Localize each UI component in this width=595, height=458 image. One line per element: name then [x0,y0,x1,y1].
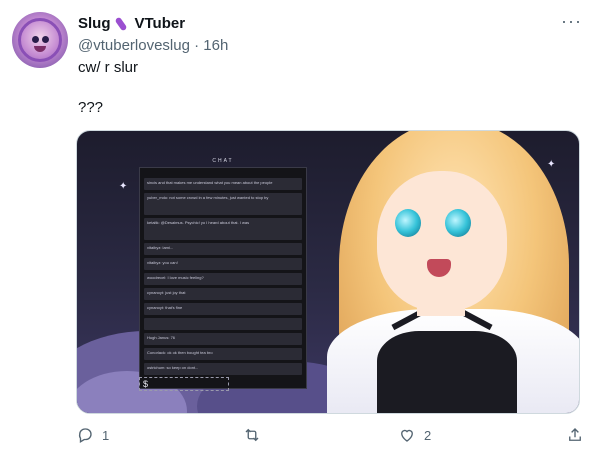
chat-row: cynanoyt: just joy that [144,288,302,300]
reply-icon [76,426,94,444]
tweet-text-line2: ??? [78,99,104,116]
chat-rows: sincis and that makes me understand what… [144,178,302,378]
character-top [377,331,517,413]
like-button[interactable]: 2 [398,426,431,444]
sparkle-icon: ✦ [119,181,128,192]
chat-panel: CHAT sincis and that makes me understand… [139,158,307,389]
chat-row [144,318,302,330]
character-eye [445,209,471,237]
retweet-icon [242,426,262,444]
tweet-text-line1: cw/ r slur [78,59,138,76]
avatar[interactable] [12,12,68,68]
chat-row: vitaibyz: lami... [144,243,302,255]
chat-row: Hugh Janus: 76 [144,333,302,345]
author-name[interactable]: Slug [78,14,111,34]
meta-separator: · [194,37,200,54]
chat-row: sincis and that makes me understand what… [144,178,302,190]
chat-row: ketaltk: @Desaimus. Psychic! yo I heard … [144,218,302,240]
author-meta-row: @vtuberloveslug · 16h [78,36,581,56]
chat-input-box [139,377,229,391]
more-icon[interactable]: ··· [561,12,581,34]
share-icon [566,426,584,444]
author-handle[interactable]: @vtuberloveslug [78,37,190,54]
chat-row: yuber_mdo: not some crowd in a few minut… [144,193,302,215]
author-name-row[interactable]: Slug VTuber [78,14,581,34]
tweet-actions: 1 2 [76,426,581,448]
tweet-media[interactable]: ✦ ✦ ✦ CHAT sincis and that makes me unde… [76,130,580,414]
sparkle-icon: ✦ [547,159,556,170]
author-name-suffix[interactable]: VTuber [135,14,186,34]
reply-count: 1 [102,427,110,443]
chat-dollar: $ [143,379,149,389]
chat-row: Conorlack: ok ok then bought tea bro [144,348,302,360]
character-eye [395,209,421,237]
slug-emoji-icon [114,16,131,32]
like-icon [398,426,416,444]
avatar-ring [18,18,62,62]
chat-header: CHAT [212,158,234,164]
avatar-eye-left [32,36,39,43]
tweet-time[interactable]: 16h [203,37,228,54]
tweet-header: Slug VTuber @vtuberloveslug · 16h ··· [78,12,581,56]
avatar-eye-right [42,36,49,43]
chat-row: vitaibyz: you can! [144,258,302,270]
character-face [377,171,507,311]
share-button[interactable] [566,426,584,444]
chat-row: woodrecel: I love music feeling? [144,273,302,285]
chat-row: ostrichum: so keep on dont... [144,363,302,375]
chat-row: cynanoyt: that's fine [144,303,302,315]
like-count: 2 [424,427,432,443]
retweet-button[interactable] [242,426,270,444]
reply-button[interactable]: 1 [76,426,109,444]
